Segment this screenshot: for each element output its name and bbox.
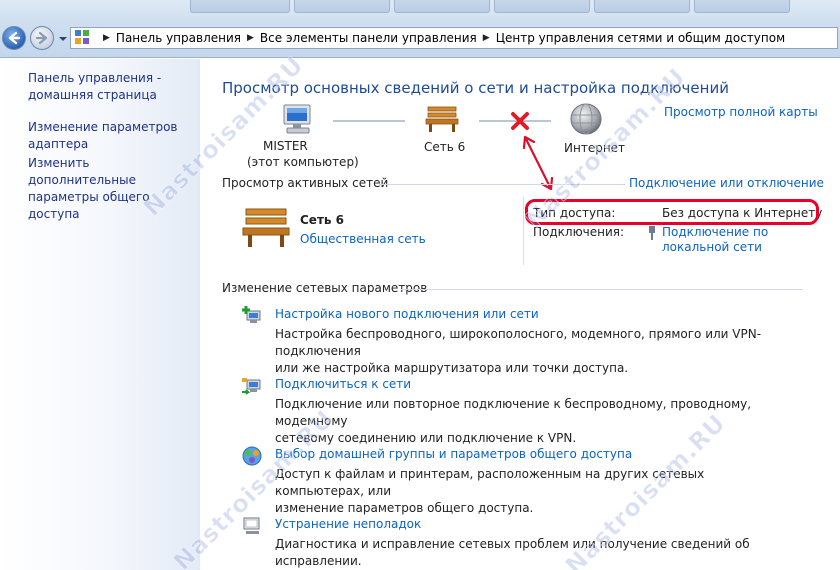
computer-icon[interactable] xyxy=(279,104,315,136)
connect-disconnect-link[interactable]: Подключение или отключение xyxy=(629,176,824,190)
no-connection-x-icon[interactable] xyxy=(510,111,530,131)
control-panel-icon xyxy=(75,30,91,46)
background-tab xyxy=(494,0,590,13)
homegroup-icon[interactable] xyxy=(241,445,263,467)
task-description-line: Подключение или повторное подключение к … xyxy=(275,397,752,428)
breadcrumb-control-panel[interactable]: Панель управления xyxy=(116,31,241,45)
annotation-highlight-box xyxy=(525,199,819,225)
map-connection-line xyxy=(333,120,405,122)
task-description-line: сетевому соединению или подключение к VP… xyxy=(275,431,577,445)
task-description-line: Доступ к файлам и принтерам, расположенн… xyxy=(275,467,705,498)
map-network-name: Сеть 6 xyxy=(424,140,466,154)
background-tab xyxy=(694,0,790,13)
sidebar-item-advanced-sharing[interactable]: Изменить дополнительные параметры общего… xyxy=(28,155,199,223)
sidebar-item-label: Панель управления - xyxy=(28,71,162,85)
task-description-line: Настройка беспроводного, широкополосного… xyxy=(275,327,762,358)
bench-network-icon xyxy=(242,208,290,247)
troubleshoot-link[interactable]: Устранение неполадок xyxy=(275,517,421,531)
recent-pages-dropdown[interactable] xyxy=(58,34,68,44)
connect-to-network-link[interactable]: Подключиться к сети xyxy=(275,377,411,391)
connections-label: Подключения: xyxy=(533,225,625,239)
background-tab xyxy=(294,0,390,13)
active-network-name: Сеть 6 xyxy=(300,213,345,227)
task-description-line: Диагностика и исправление сетевых пробле… xyxy=(275,537,750,568)
background-tab xyxy=(190,0,290,13)
window-header: ▶ Панель управления ▶ Все элементы панел… xyxy=(0,0,840,58)
task-description: Настройка беспроводного, широкополосного… xyxy=(275,326,795,377)
breadcrumb-separator-icon[interactable]: ▶ xyxy=(483,33,490,43)
vertical-divider xyxy=(523,197,524,265)
sidebar-item-label: Изменение параметров xyxy=(28,120,178,134)
task-description-line: изменение параметров общего доступа. xyxy=(275,501,534,515)
local-connection-link[interactable]: Подключение по xyxy=(662,225,768,239)
breadcrumb-separator-icon[interactable]: ▶ xyxy=(247,33,254,43)
breadcrumb-separator-icon: ▶ xyxy=(103,33,110,43)
sidebar-item-label: Изменить дополнительные xyxy=(28,156,136,187)
section-divider xyxy=(401,289,803,290)
main-content: Просмотр основных сведений о сети и наст… xyxy=(201,59,840,570)
forward-button[interactable] xyxy=(30,26,54,50)
setup-new-connection-link[interactable]: Настройка нового подключения или сети xyxy=(275,307,539,321)
sidebar-item-label: параметры общего доступа xyxy=(28,190,150,221)
address-bar[interactable]: ▶ Панель управления ▶ Все элементы панел… xyxy=(70,27,838,49)
background-taskbar-strip xyxy=(190,0,840,14)
connect-to-network-icon[interactable] xyxy=(241,375,263,397)
background-tab xyxy=(394,0,490,13)
task-description: Подключение или повторное подключение к … xyxy=(275,396,795,447)
map-internet-label: Интернет xyxy=(564,141,626,155)
sidebar-item-control-panel-home[interactable]: Панель управления - домашняя страница xyxy=(28,70,161,104)
arrow-right-icon xyxy=(35,31,48,45)
sidebar-item-adapter-settings[interactable]: Изменение параметров адаптера xyxy=(28,119,178,153)
arrow-left-icon xyxy=(8,31,21,45)
chevron-down-icon xyxy=(59,37,67,41)
task-description-line: или же настройка маршрутизатора или точк… xyxy=(275,361,629,375)
bench-network-icon[interactable] xyxy=(425,105,459,133)
active-networks-heading: Просмотр активных сетей xyxy=(222,176,389,190)
view-full-map-link[interactable]: Просмотр полной карты xyxy=(664,105,818,119)
troubleshoot-icon[interactable] xyxy=(241,515,263,537)
new-connection-icon[interactable] xyxy=(241,305,263,327)
section-divider xyxy=(379,184,625,185)
ethernet-plug-icon xyxy=(649,226,655,240)
computer-name: MISTER xyxy=(263,139,308,153)
change-settings-heading: Изменение сетевых параметров xyxy=(222,281,428,295)
globe-internet-icon[interactable] xyxy=(569,100,603,136)
task-description: Диагностика и исправление сетевых пробле… xyxy=(275,536,795,570)
sidebar: Панель управления - домашняя страница Из… xyxy=(0,59,200,570)
task-description: Доступ к файлам и принтерам, расположенн… xyxy=(275,466,795,517)
annotation-double-arrow-icon xyxy=(522,135,554,191)
sidebar-item-label: домашняя страница xyxy=(28,88,157,102)
back-button[interactable] xyxy=(2,26,26,50)
sidebar-item-label: адаптера xyxy=(28,137,89,151)
breadcrumb-network-center[interactable]: Центр управления сетями и общим доступом xyxy=(496,31,785,45)
local-connection-link-line2[interactable]: локальной сети xyxy=(662,240,762,254)
computer-subtitle: (этот компьютер) xyxy=(247,155,359,169)
page-title: Просмотр основных сведений о сети и наст… xyxy=(222,79,729,97)
network-type-link[interactable]: Общественная сеть xyxy=(300,232,426,246)
breadcrumb-all-items[interactable]: Все элементы панели управления xyxy=(260,31,477,45)
background-tab xyxy=(594,0,690,13)
homegroup-sharing-link[interactable]: Выбор домашней группы и параметров общег… xyxy=(275,447,632,461)
